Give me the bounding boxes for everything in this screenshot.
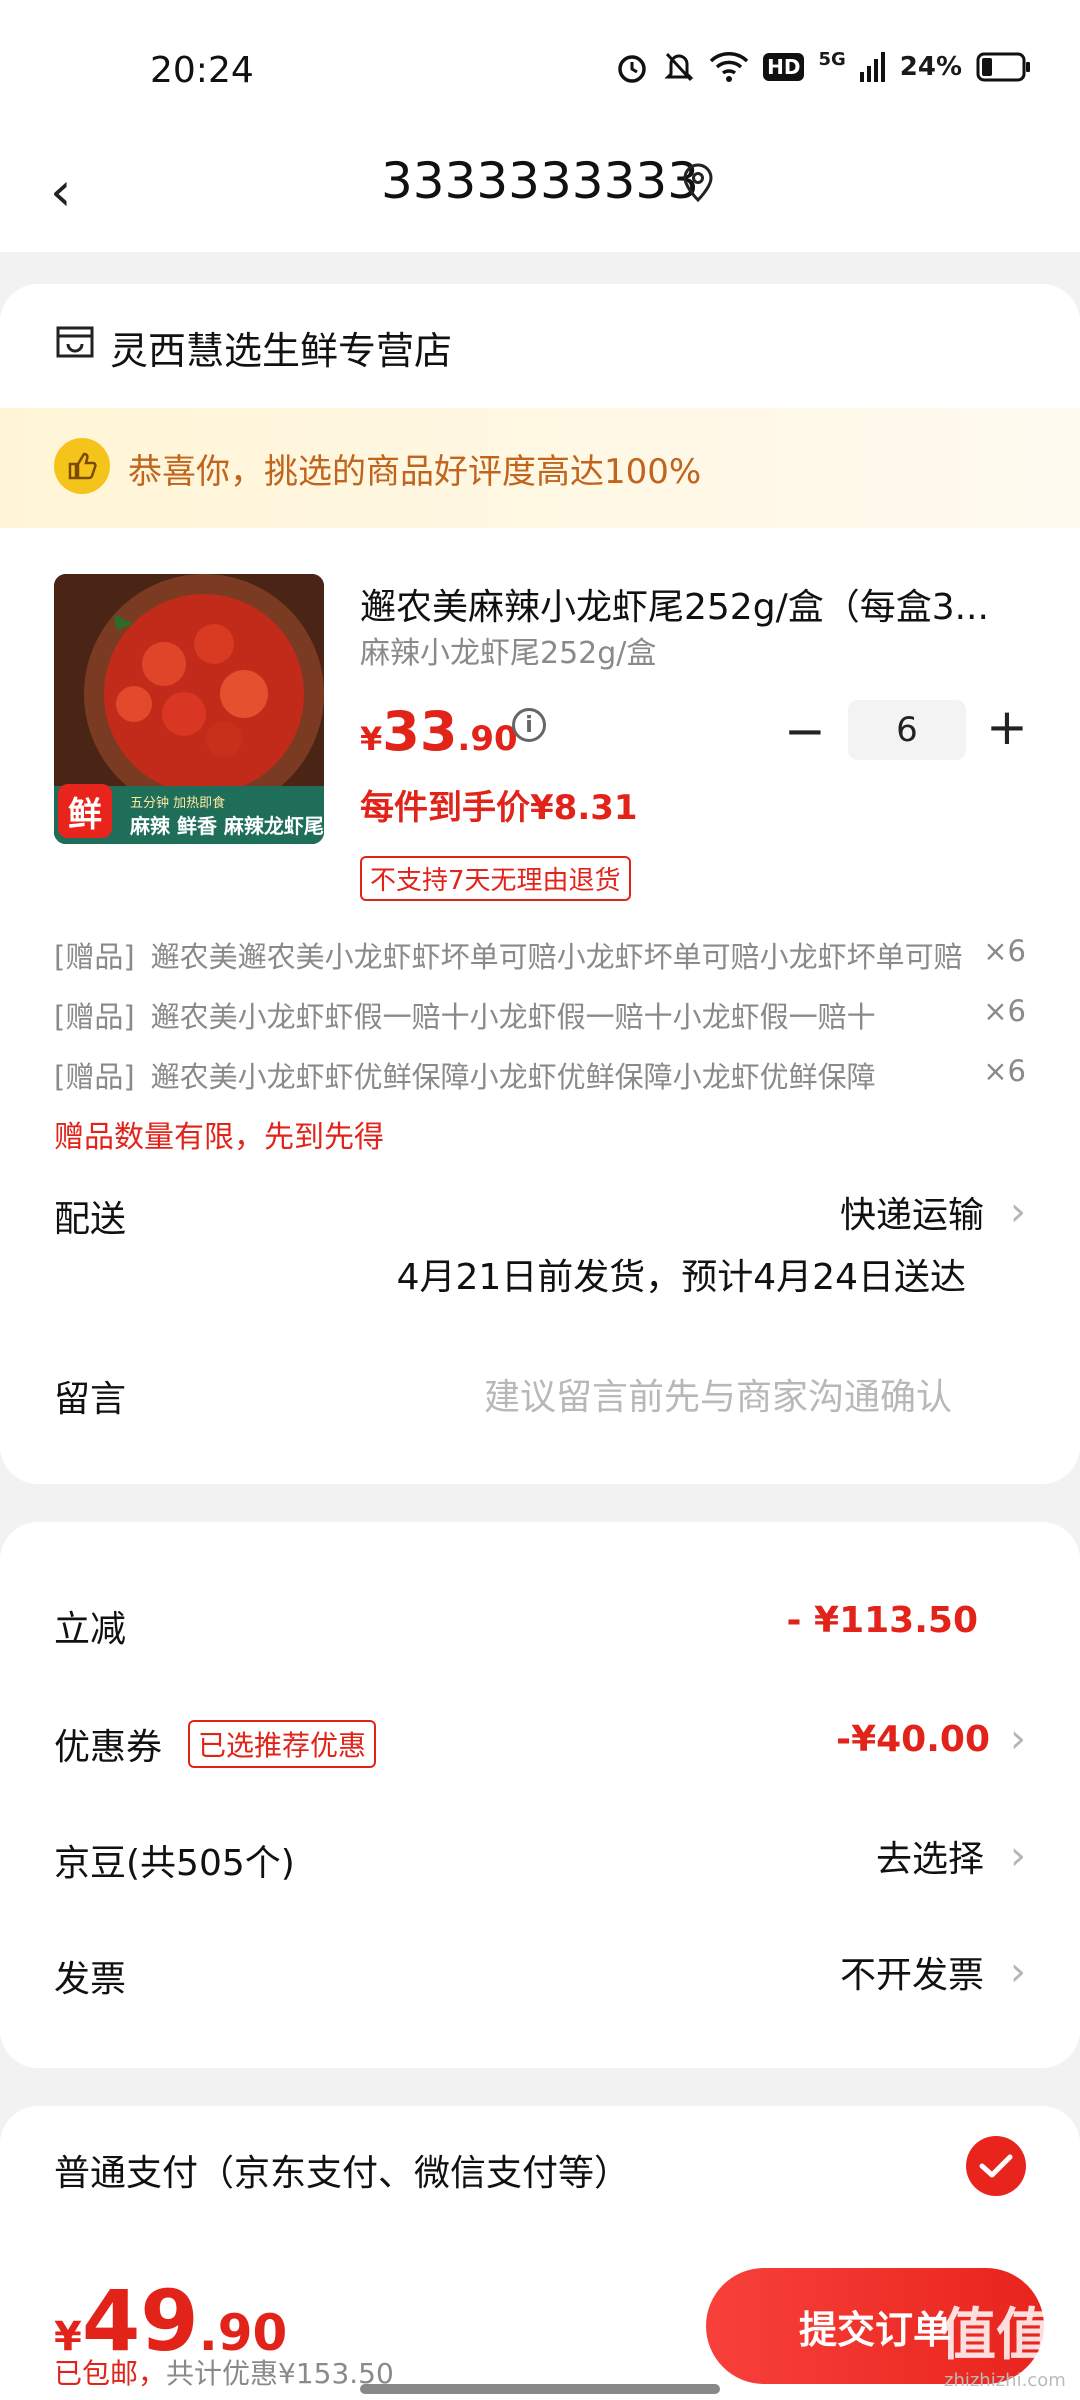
mute-bell-icon [664,52,694,82]
price-info-icon[interactable]: i [512,708,546,742]
gift-name: 邂农美小龙虾虾优鲜保障小龙虾优鲜保障小龙虾优鲜保障 [150,1060,876,1094]
battery-icon [976,52,1030,82]
unit-price: 每件到手价¥8.31 [360,788,638,828]
gift-item: [赠品] 邂农美小龙虾虾优鲜保障小龙虾优鲜保障小龙虾优鲜保障 ×6 [54,1054,1026,1096]
jingdou-label: 京豆(共505个) [54,1843,295,1884]
coupon-value: -¥40.00 [836,1718,990,1760]
message-input[interactable]: 建议留言前先与商家沟通确认 [484,1368,952,1420]
gift-tag: [赠品] [54,1000,135,1034]
coupon-label: 优惠券 [54,1727,163,1768]
watermark-site: zhizhizhi.com [944,2370,1066,2391]
invoice-row[interactable]: 不开发票 › [840,1946,1026,1998]
status-time: 20:24 [150,50,254,91]
gift-limit-note: 赠品数量有限，先到先得 [54,1120,384,1155]
delivery-method-row[interactable]: 快递运输 › [840,1186,1026,1238]
thumbs-up-icon [54,438,110,494]
network-label: 5G [818,48,846,70]
page-title: 3333333333 [380,152,700,210]
coupon-row[interactable]: -¥40.00 › [836,1716,1026,1762]
praise-banner: 恭喜你，挑选的商品好评度高达100% [0,408,1080,528]
store-icon [56,326,94,358]
gift-tag: [赠品] [54,1060,135,1094]
free-shipping-text: 已包邮， [54,2357,167,2390]
store-name[interactable]: 灵西慧选生鲜专营店 [110,320,452,375]
delivery-schedule: 4月21日前发货，预计4月24日送达 [396,1257,966,1298]
price-integer: 33 [382,700,458,763]
signal-icon [859,52,885,82]
jingdou-value: 去选择 [875,1839,984,1880]
quantity-input[interactable]: 6 [848,700,966,760]
invoice-value: 不开发票 [839,1955,984,1996]
home-indicator[interactable] [360,2384,720,2394]
product-image-badge: 鲜 [58,784,112,838]
product-price: ¥33.90 [360,700,518,763]
coupon-recommend-tag: 已选推荐优惠 [188,1720,377,1768]
alarm-icon [618,55,646,83]
product-image-subcaption: 五分钟 加热即食 [130,796,226,811]
gift-item: [赠品] 邂农美小龙虾虾假一赔十小龙虾假一赔十小龙虾假一赔十 ×6 [54,994,1026,1036]
product-name[interactable]: 邂农美麻辣小龙虾尾252g/盒（每盒3... [360,578,1028,630]
delivery-method: 快递运输 [839,1195,984,1236]
invoice-label: 发票 [54,1959,127,2000]
gift-name: 邂农美邂农美小龙虾虾坏单可赔小龙虾坏单可赔小龙虾坏单可赔 [150,940,963,974]
gift-qty: ×6 [983,934,1026,968]
chevron-right-icon: › [1010,1189,1026,1235]
gift-name: 邂农美小龙虾虾假一赔十小龙虾假一赔十小龙虾假一赔十 [150,1000,876,1034]
shipping-summary: 已包邮，共计优惠¥153.50 [54,2352,394,2392]
savings-text: 共计优惠¥153.50 [166,2357,394,2390]
price-decimal: .90 [457,719,518,759]
product-image[interactable]: 鲜 五分钟 加热即食 麻辣 鲜香 麻辣龙虾尾 [54,574,324,844]
battery-percent: 24% [899,52,962,82]
product-image-caption: 麻辣 鲜香 麻辣龙虾尾 [130,814,324,838]
message-label: 留言 [54,1379,127,1420]
delivery-label: 配送 [54,1199,127,1240]
wifi-icon [709,52,749,82]
instant-discount-label: 立减 [54,1609,127,1650]
payment-method-label[interactable]: 普通支付（京东支付、微信支付等） [54,2144,630,2196]
status-icons: HD 5G 24% [615,48,1032,84]
checkmark-icon[interactable] [966,2136,1026,2196]
jingdou-row[interactable]: 去选择 › [876,1830,1026,1882]
instant-discount-value: - ¥113.50 [786,1600,978,1641]
status-bar: 20:24 HD 5G 24% [0,0,1080,140]
quantity-decrease-button[interactable]: − [784,702,826,760]
gift-item: [赠品] 邂农美邂农美小龙虾虾坏单可赔小龙虾坏单可赔小龙虾坏单可赔 ×6 [54,934,1026,976]
location-pin-icon[interactable] [680,162,716,202]
chevron-right-icon: › [1010,1833,1026,1879]
chevron-right-icon: › [1010,1716,1026,1762]
page-header: ‹ 3333333333 [0,140,1080,252]
product-spec: 麻辣小龙虾尾252g/盒 [360,636,657,671]
price-symbol: ¥ [360,720,383,758]
gift-qty: ×6 [983,1054,1026,1088]
hd-icon: HD [763,53,805,81]
return-policy-tag: 不支持7天无理由退货 [360,856,631,901]
quantity-increase-button[interactable]: + [986,698,1028,756]
praise-text: 恭喜你，挑选的商品好评度高达100% [128,452,702,492]
gift-qty: ×6 [983,994,1026,1028]
gift-tag: [赠品] [54,940,135,974]
chevron-right-icon: › [1010,1949,1026,1995]
